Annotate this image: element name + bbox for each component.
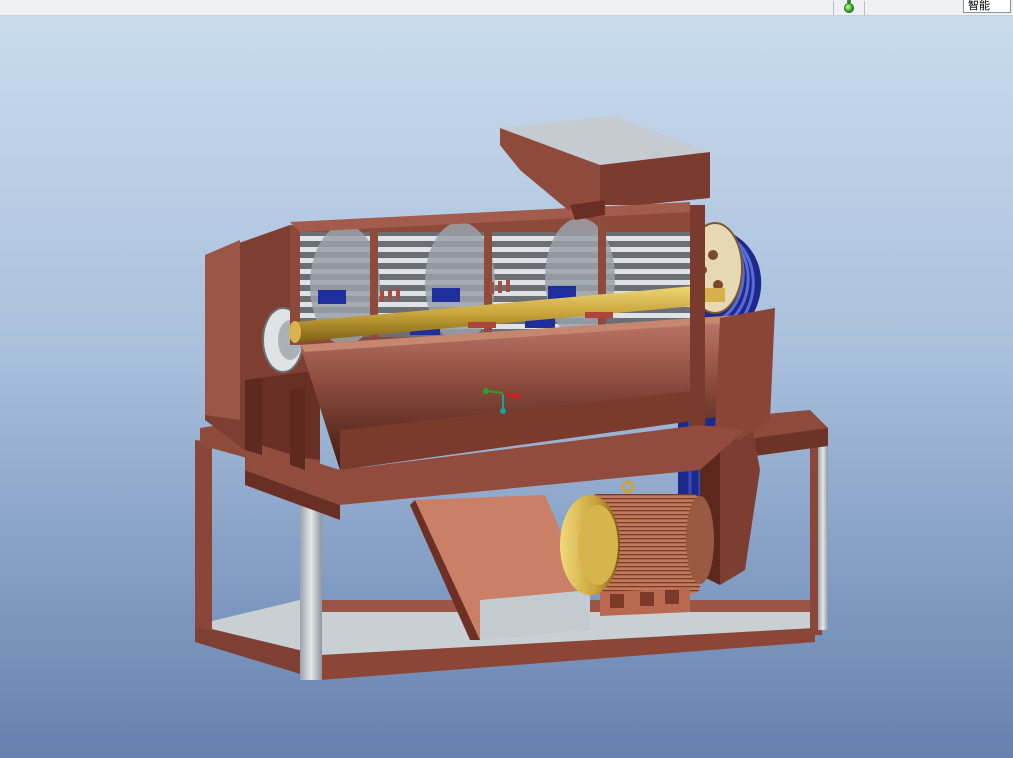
selection-filter-dropdown[interactable]: 智能 [963,0,1011,13]
status-separator [833,1,834,15]
status-bar: 智能 [0,0,1013,16]
green-status-light-icon[interactable] [844,0,854,13]
status-separator [864,1,865,15]
graphics-viewport[interactable] [0,16,1013,758]
cad-assembly-model[interactable] [0,16,1013,758]
